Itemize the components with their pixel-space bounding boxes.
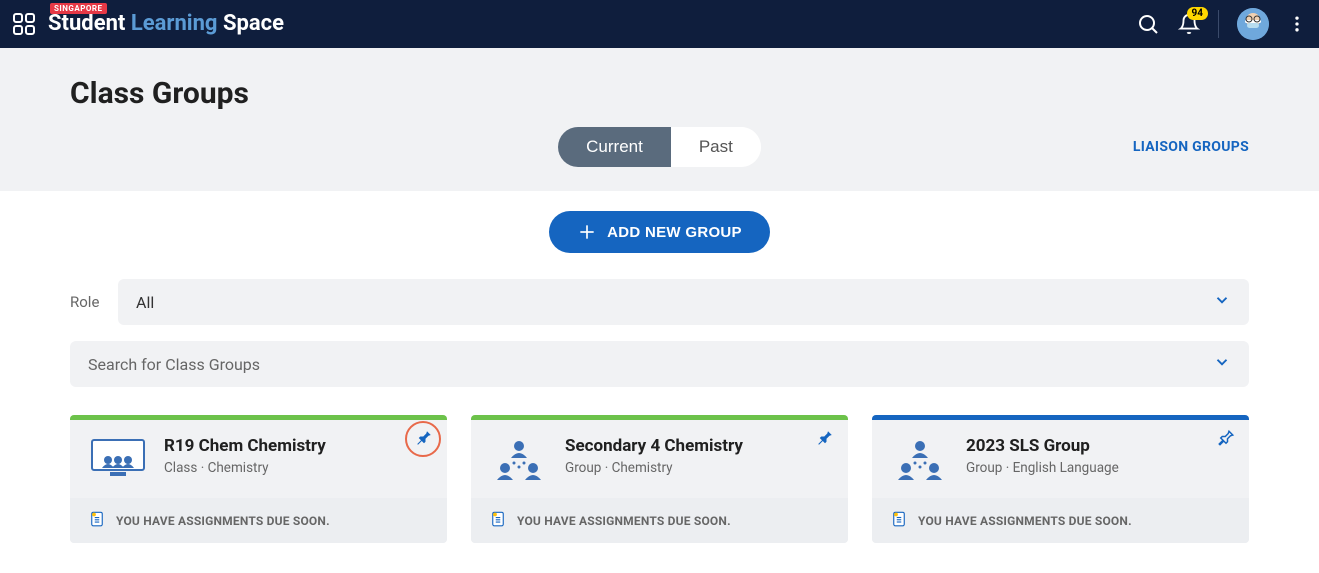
- divider: [1218, 10, 1219, 38]
- filter-row: Role All: [70, 279, 1249, 325]
- class-icon: [88, 436, 148, 484]
- card-meta: Group · English Language: [966, 460, 1119, 476]
- avatar[interactable]: [1237, 8, 1269, 40]
- card-title: R19 Chem Chemistry: [164, 436, 326, 456]
- card-meta: Class · Chemistry: [164, 460, 326, 476]
- card-footer-text: YOU HAVE ASSIGNMENTS DUE SOON.: [918, 514, 1132, 528]
- logo-text: Student Learning Space: [48, 13, 284, 35]
- card-footer-text: YOU HAVE ASSIGNMENTS DUE SOON.: [116, 514, 330, 528]
- card-footer-text: YOU HAVE ASSIGNMENTS DUE SOON.: [517, 514, 731, 528]
- plus-icon: [577, 222, 597, 242]
- card-footer: YOU HAVE ASSIGNMENTS DUE SOON.: [872, 498, 1249, 543]
- tabs-row: Current Past LIAISON GROUPS: [0, 127, 1319, 191]
- add-group-label: ADD NEW GROUP: [607, 224, 742, 241]
- search-class-groups[interactable]: Search for Class Groups: [70, 341, 1249, 387]
- card-body: R19 Chem Chemistry Class · Chemistry: [70, 420, 447, 498]
- bell-icon[interactable]: 94: [1178, 13, 1200, 35]
- app-header: SINGAPORE Student Learning Space 94: [0, 0, 1319, 48]
- card-title: Secondary 4 Chemistry: [565, 436, 743, 456]
- pin-icon[interactable]: [816, 429, 834, 451]
- kebab-menu-icon[interactable]: [1287, 14, 1307, 34]
- card-body: Secondary 4 Chemistry Group · Chemistry: [471, 420, 848, 498]
- page-title: Class Groups: [70, 76, 1249, 111]
- header-right: 94: [1136, 8, 1307, 40]
- add-new-group-button[interactable]: ADD NEW GROUP: [549, 211, 770, 253]
- apps-icon[interactable]: [12, 12, 36, 36]
- chevron-down-icon: [1213, 353, 1231, 375]
- class-group-card[interactable]: Secondary 4 Chemistry Group · Chemistry …: [471, 415, 848, 543]
- assignment-icon: [890, 510, 908, 531]
- role-value: All: [136, 293, 154, 312]
- card-body: 2023 SLS Group Group · English Language: [872, 420, 1249, 498]
- pin-outline-icon[interactable]: [1217, 429, 1235, 451]
- group-icon: [890, 436, 950, 484]
- role-select[interactable]: All: [118, 279, 1249, 325]
- card-footer: YOU HAVE ASSIGNMENTS DUE SOON.: [471, 498, 848, 543]
- role-label: Role: [70, 293, 100, 311]
- group-icon: [489, 436, 549, 484]
- assignment-icon: [88, 510, 106, 531]
- chevron-down-icon: [1213, 291, 1231, 313]
- card-text: 2023 SLS Group Group · English Language: [966, 436, 1119, 484]
- card-text: Secondary 4 Chemistry Group · Chemistry: [565, 436, 743, 484]
- badge-singapore: SINGAPORE: [50, 3, 107, 14]
- logo[interactable]: SINGAPORE Student Learning Space: [48, 13, 284, 35]
- card-footer: YOU HAVE ASSIGNMENTS DUE SOON.: [70, 498, 447, 543]
- assignment-icon: [489, 510, 507, 531]
- class-group-card[interactable]: R19 Chem Chemistry Class · Chemistry YOU…: [70, 415, 447, 543]
- header-left: SINGAPORE Student Learning Space: [12, 12, 284, 36]
- tab-pill: Current Past: [558, 127, 761, 167]
- search-placeholder: Search for Class Groups: [88, 355, 260, 374]
- notif-badge: 94: [1187, 7, 1208, 20]
- page-header: Class Groups: [0, 48, 1319, 127]
- search-icon[interactable]: [1136, 12, 1160, 36]
- tab-current[interactable]: Current: [558, 127, 671, 167]
- card-text: R19 Chem Chemistry Class · Chemistry: [164, 436, 326, 484]
- cards-row: R19 Chem Chemistry Class · Chemistry YOU…: [70, 415, 1249, 543]
- pin-icon[interactable]: [415, 429, 433, 451]
- liaison-groups-link[interactable]: LIAISON GROUPS: [1133, 139, 1249, 155]
- class-group-card[interactable]: 2023 SLS Group Group · English Language …: [872, 415, 1249, 543]
- card-meta: Group · Chemistry: [565, 460, 743, 476]
- content-area: ADD NEW GROUP Role All Search for Class …: [0, 191, 1319, 573]
- tab-past[interactable]: Past: [671, 127, 761, 167]
- card-title: 2023 SLS Group: [966, 436, 1119, 456]
